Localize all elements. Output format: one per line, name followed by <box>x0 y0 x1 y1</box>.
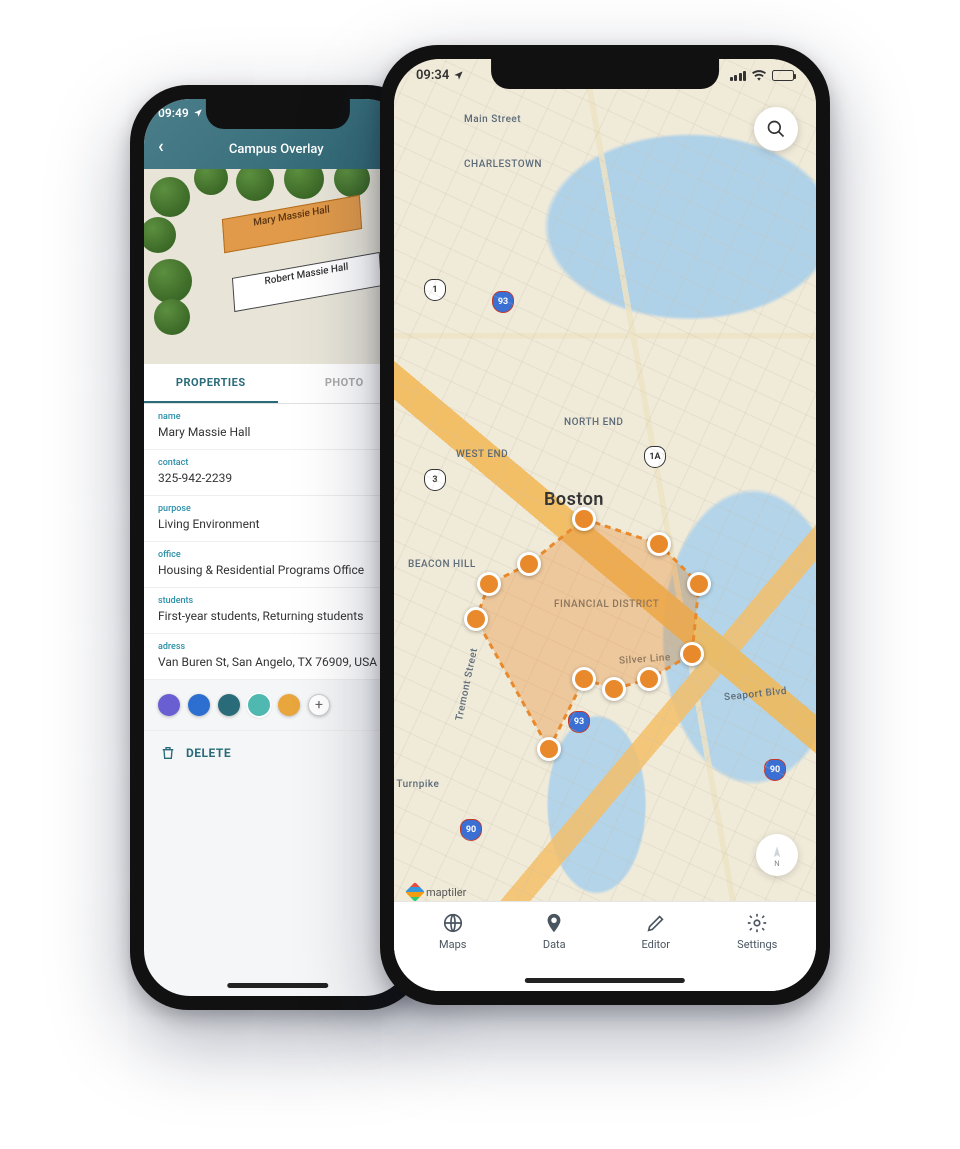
attribution-text: maptiler <box>426 886 466 899</box>
svg-text:N: N <box>774 859 779 868</box>
nav-label: Editor <box>641 938 670 951</box>
field-label: students <box>158 596 397 606</box>
map-district-label: CHARLESTOWN <box>464 159 542 170</box>
field-value: Housing & Residential Programs Office <box>158 563 397 577</box>
map-district-label: NORTH END <box>564 417 623 428</box>
field-value: First-year students, Returning students <box>158 609 397 623</box>
field-row[interactable]: name Mary Massie Hall <box>144 404 411 450</box>
route-shield: 3 <box>424 469 446 491</box>
page-title: Campus Overlay <box>156 142 397 157</box>
properties-list: name Mary Massie Hall contact 325-942-22… <box>144 404 411 680</box>
color-option[interactable] <box>278 694 300 716</box>
compass-button[interactable]: N <box>756 834 798 876</box>
map-street-label: s Turnpike <box>394 779 439 790</box>
field-row[interactable]: purpose Living Environment <box>144 496 411 542</box>
interstate-shield: 90 <box>764 759 786 781</box>
trash-icon <box>160 745 176 761</box>
maptiler-logo-icon <box>405 882 425 902</box>
field-row[interactable]: adress Van Buren St, San Angelo, TX 7690… <box>144 634 411 680</box>
pencil-icon <box>645 912 667 934</box>
field-value: Mary Massie Hall <box>158 425 397 439</box>
color-option[interactable] <box>218 694 240 716</box>
field-label: adress <box>158 642 397 652</box>
map-district-label: WEST END <box>456 449 508 460</box>
polygon-vertex[interactable] <box>647 532 671 556</box>
status-bar: 09:49 <box>158 106 203 120</box>
field-value: Van Buren St, San Angelo, TX 76909, USA <box>158 655 397 669</box>
compass-icon: N <box>764 842 790 868</box>
field-label: name <box>158 412 397 422</box>
field-row[interactable]: students First-year students, Returning … <box>144 588 411 634</box>
location-arrow-icon <box>453 70 464 81</box>
wifi-icon <box>752 70 766 81</box>
location-arrow-icon <box>193 108 203 118</box>
home-indicator[interactable] <box>227 983 328 988</box>
map-attribution: maptiler <box>408 885 466 899</box>
field-value: 325-942-2239 <box>158 471 397 485</box>
polygon-vertex[interactable] <box>602 677 626 701</box>
color-option[interactable] <box>188 694 210 716</box>
interstate-shield: 90 <box>460 819 482 841</box>
polygon-vertex[interactable] <box>464 607 488 631</box>
field-row[interactable]: office Housing & Residential Programs Of… <box>144 542 411 588</box>
campus-map-preview[interactable]: Mary Massie Hall Robert Massie Hall <box>144 169 411 364</box>
pin-icon <box>543 912 565 934</box>
polygon-vertex[interactable] <box>572 507 596 531</box>
nav-label: Maps <box>439 938 466 951</box>
status-time: 09:34 <box>416 68 449 83</box>
polygon-vertex[interactable] <box>537 737 561 761</box>
notch <box>491 59 719 89</box>
search-button[interactable] <box>754 107 798 151</box>
notch <box>205 99 349 129</box>
field-row[interactable]: contact 325-942-2239 <box>144 450 411 496</box>
tabs: PROPERTIES PHOTO <box>144 364 411 404</box>
tab-properties[interactable]: PROPERTIES <box>144 364 278 403</box>
field-label: office <box>158 550 397 560</box>
polygon-vertex[interactable] <box>517 552 541 576</box>
map-street-label: Main Street <box>464 114 521 125</box>
route-shield: 1A <box>644 446 666 468</box>
status-time: 09:49 <box>158 106 189 120</box>
gear-icon <box>746 912 768 934</box>
building-other[interactable]: Robert Massie Hall <box>232 252 382 312</box>
map-canvas[interactable]: Main Street CHARLESTOWN NORTH END WEST E… <box>394 59 816 991</box>
polygon-vertex[interactable] <box>477 572 501 596</box>
nav-label: Data <box>543 938 566 951</box>
building-label: Robert Massie Hall <box>264 262 348 288</box>
add-color-button[interactable]: + <box>308 694 330 716</box>
color-option[interactable] <box>158 694 180 716</box>
home-indicator[interactable] <box>525 978 685 983</box>
nav-settings[interactable]: Settings <box>707 912 809 965</box>
field-value: Living Environment <box>158 517 397 531</box>
color-option-selected[interactable] <box>248 694 270 716</box>
battery-icon <box>772 70 794 81</box>
phone-map-editor: Main Street CHARLESTOWN NORTH END WEST E… <box>380 45 830 1005</box>
building-selected[interactable]: Mary Massie Hall <box>222 195 362 253</box>
nav-editor[interactable]: Editor <box>605 912 707 965</box>
color-picker: + <box>144 680 411 730</box>
nav-data[interactable]: Data <box>504 912 606 965</box>
building-label: Mary Massie Hall <box>253 204 330 228</box>
interstate-shield: 93 <box>492 291 514 313</box>
globe-icon <box>442 912 464 934</box>
search-icon <box>766 119 786 139</box>
signal-icon <box>730 71 747 81</box>
nav-label: Settings <box>737 938 777 951</box>
nav-maps[interactable]: Maps <box>402 912 504 965</box>
polygon-vertex[interactable] <box>572 667 596 691</box>
field-label: contact <box>158 458 397 468</box>
polygon-vertex[interactable] <box>687 572 711 596</box>
route-shield: 1 <box>424 279 446 301</box>
field-label: purpose <box>158 504 397 514</box>
polygon-vertex[interactable] <box>637 667 661 691</box>
polygon-vertex[interactable] <box>680 642 704 666</box>
delete-label: DELETE <box>186 746 231 760</box>
delete-button[interactable]: DELETE <box>144 730 411 775</box>
